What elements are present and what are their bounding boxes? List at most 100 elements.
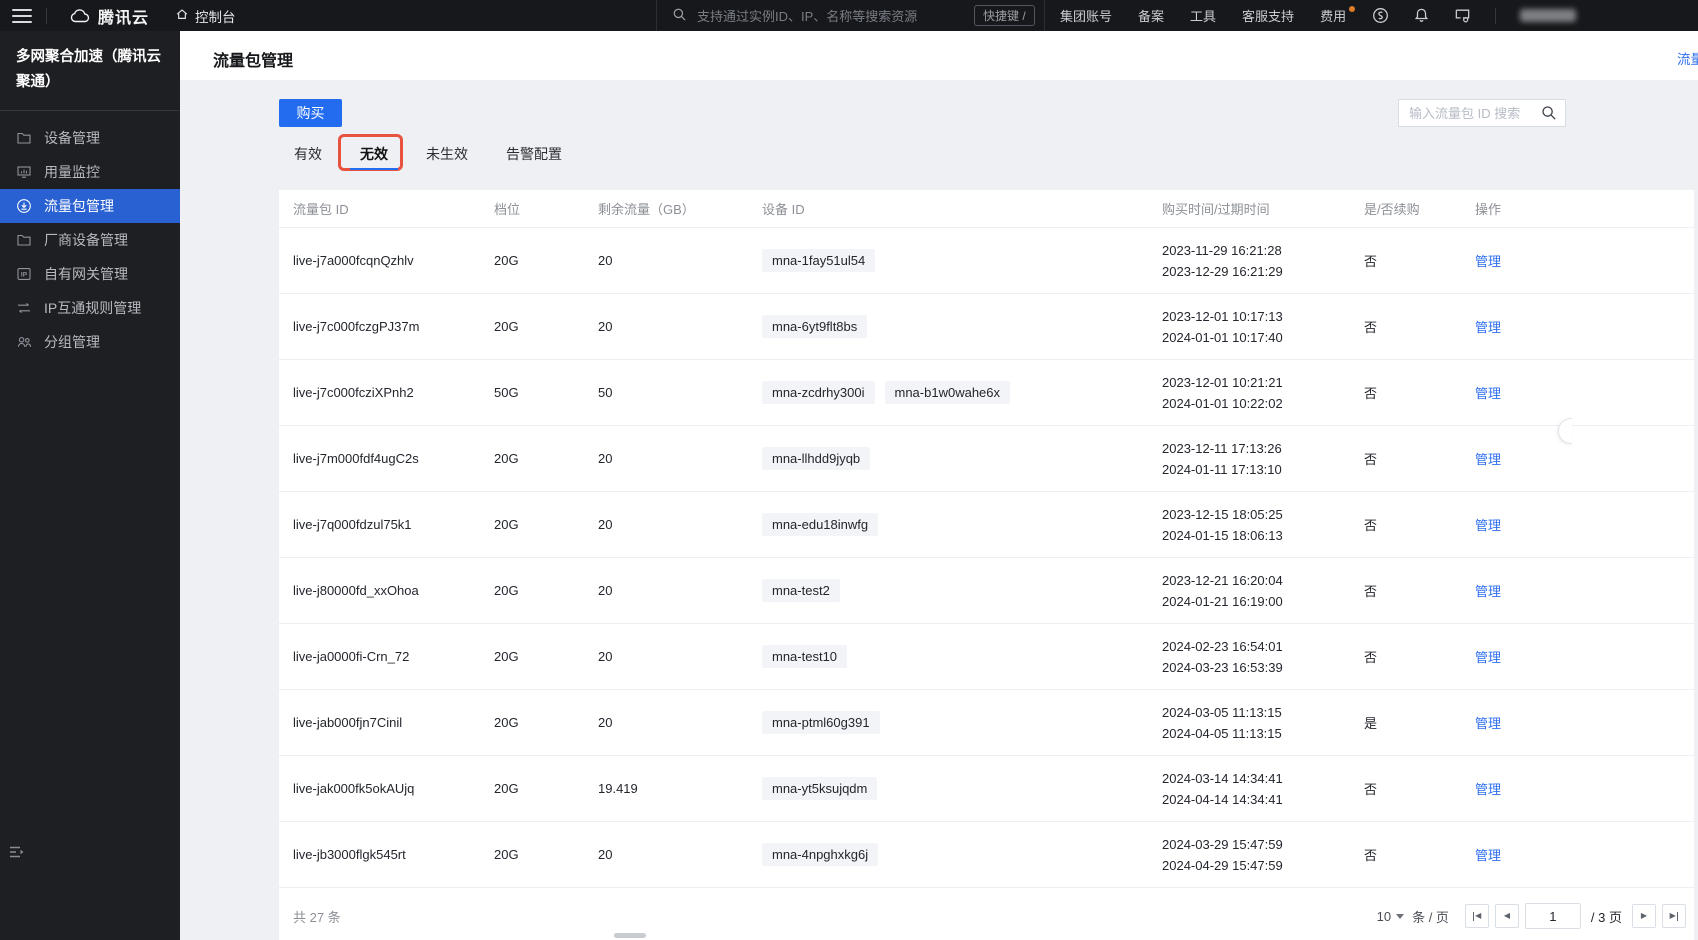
column-header: 剩余流量（GB） (598, 202, 695, 217)
time-cell: 2023-12-01 10:21:21 2024-01-01 10:22:02 (1148, 372, 1350, 414)
tier-cell: 20G (494, 583, 519, 598)
next-page-icon: ▶ (1640, 911, 1648, 920)
purchase-time: 2023-12-21 16:20:04 (1162, 572, 1283, 588)
device-id-cell: mna-edu18inwfg (748, 513, 1148, 536)
renew-cell: 否 (1364, 254, 1378, 269)
rules-icon (16, 300, 32, 316)
manage-link[interactable]: 管理 (1475, 584, 1501, 599)
expire-time: 2024-01-15 18:06:13 (1162, 527, 1283, 543)
page-number-input[interactable] (1524, 903, 1581, 929)
sidebar-menu: 设备管理 用量监控流量包管理厂商设备管理 IP 自有网关管理 IP互通规则管理 分组管理 (0, 121, 180, 359)
manage-link[interactable]: 管理 (1475, 254, 1501, 269)
sidebar-item[interactable]: IP互通规则管理 (0, 291, 180, 325)
sidebar-item[interactable]: 流量包管理 (0, 188, 180, 223)
expire-time: 2024-04-14 14:34:41 (1162, 791, 1283, 807)
expire-time: 2024-04-29 15:47:59 (1162, 857, 1283, 873)
expire-time: 2024-01-21 16:19:00 (1162, 593, 1283, 609)
tencent-cloud-logo[interactable]: 腾讯云 (69, 4, 149, 28)
page-size-select[interactable]: 10 (1377, 909, 1405, 924)
navbar-menu-item[interactable]: 备案 (1138, 6, 1164, 25)
buy-button[interactable]: 购买 (279, 99, 342, 127)
search-icon[interactable] (1541, 105, 1557, 121)
shortcut-badge: 快捷键 / (974, 5, 1035, 26)
fee-notification-dot (1349, 6, 1356, 12)
sidebar-item[interactable]: 厂商设备管理 (0, 223, 180, 257)
navbar-menu-item[interactable]: 费用 (1320, 6, 1356, 25)
user-avatar[interactable] (1520, 9, 1576, 22)
tab[interactable]: 未生效 (425, 137, 469, 170)
navbar-divider (46, 7, 47, 24)
hamburger-menu-icon[interactable] (12, 8, 32, 23)
page-header: 流量包管理 流量 (180, 31, 1698, 80)
package-id-cell: live-ja0000fi-Crn_72 (293, 649, 410, 664)
purchase-time: 2023-12-11 17:13:26 (1162, 440, 1282, 456)
manage-link[interactable]: 管理 (1475, 848, 1501, 863)
tier-cell: 20G (494, 847, 519, 862)
bell-icon[interactable] (1413, 7, 1430, 24)
table-row: live-jab000fjn7Cinil 20G 20 mna-ptml60g391 2… (279, 690, 1694, 756)
renew-cell: 否 (1364, 650, 1378, 665)
traffic-package-table: 流量包 ID 档位 剩余流量（GB） 设备 ID 购买时间/过期时间 是/否续购 操作 li… (279, 190, 1694, 940)
table-row: live-j7q000fdzul75k1 20G 20 mna-edu18inwfg 2… (279, 492, 1694, 558)
navbar-divider (656, 0, 657, 31)
time-cell: 2023-12-15 18:05:25 2024-01-15 18:06:13 (1148, 504, 1350, 546)
sidebar-item[interactable]: 分组管理 (0, 325, 180, 359)
sidebar-item[interactable]: 用量监控 (0, 155, 180, 189)
chevron-down-icon (1396, 913, 1405, 919)
navbar-menu-item[interactable]: 客服支持 (1242, 6, 1294, 25)
renew-cell: 否 (1364, 386, 1378, 401)
column-header: 流量包 ID (293, 202, 349, 217)
sidebar-item[interactable]: 设备管理 (0, 121, 180, 155)
renew-cell: 否 (1364, 584, 1378, 599)
assistant-icon[interactable] (1372, 7, 1389, 24)
navbar-menu-item[interactable]: 工具 (1190, 6, 1216, 25)
page-title: 流量包管理 (213, 53, 294, 70)
manage-link[interactable]: 管理 (1475, 320, 1501, 335)
console-settings-icon[interactable] (1454, 7, 1471, 24)
global-search[interactable]: 支持通过实例ID、IP、名称等搜索资源 (672, 0, 917, 31)
column-header: 是/否续购 (1364, 202, 1420, 217)
console-link[interactable]: 控制台 (175, 6, 236, 26)
manage-link[interactable]: 管理 (1475, 716, 1501, 731)
page-header-link[interactable]: 流量 (1677, 48, 1698, 68)
next-page-button[interactable]: ▶ (1632, 904, 1656, 928)
table-body: live-j7a000fcqnQzhlv 20G 20 mna-1fay51ul54 2… (279, 228, 1694, 888)
collapse-sidebar-icon[interactable] (8, 843, 26, 861)
sidebar-divider (0, 109, 180, 111)
manage-link[interactable]: 管理 (1475, 650, 1501, 665)
purchase-time: 2024-03-05 11:13:15 (1162, 704, 1282, 720)
package-search-box (1398, 99, 1566, 127)
total-pages: / 3 页 (1590, 909, 1622, 925)
action-cell: 管理 (1461, 845, 1694, 864)
navbar-divider (1495, 7, 1496, 24)
manage-link[interactable]: 管理 (1475, 452, 1501, 467)
first-page-button[interactable]: ◀ (1464, 904, 1489, 928)
tab[interactable]: 有效 (293, 137, 323, 170)
sidebar-item-label: 自有网关管理 (44, 265, 128, 282)
time-cell: 2024-03-14 14:34:41 2024-04-14 14:34:41 (1148, 768, 1350, 810)
manage-link[interactable]: 管理 (1475, 386, 1501, 401)
sidebar-item-label: 厂商设备管理 (44, 231, 128, 248)
tier-cell: 20G (494, 781, 519, 796)
remaining-cell: 19.419 (598, 781, 638, 796)
sidebar-item[interactable]: IP 自有网关管理 (0, 257, 180, 291)
expire-time: 2024-01-01 10:17:40 (1162, 329, 1283, 345)
device-id-cell: mna-ptml60g391 (748, 711, 1148, 734)
manage-link[interactable]: 管理 (1475, 782, 1501, 797)
time-cell: 2023-12-11 17:13:26 2024-01-11 17:13:10 (1148, 438, 1350, 480)
table-header-row: 流量包 ID 档位 剩余流量（GB） 设备 ID 购买时间/过期时间 是/否续购 操作 (279, 190, 1694, 228)
navbar-menu-item[interactable]: 集团账号 (1060, 6, 1112, 25)
horizontal-scrollbar-thumb[interactable] (614, 933, 646, 938)
time-cell: 2024-03-29 15:47:59 2024-04-29 15:47:59 (1148, 834, 1350, 876)
tab[interactable]: 无效 (338, 134, 403, 171)
last-page-button[interactable]: ▶ (1662, 904, 1686, 928)
package-search-input[interactable] (1399, 105, 1541, 121)
expire-time: 2024-01-01 10:22:02 (1162, 395, 1283, 411)
manage-link[interactable]: 管理 (1475, 518, 1501, 533)
prev-page-button[interactable]: ◀ (1494, 904, 1519, 928)
remaining-cell: 50 (598, 385, 613, 400)
sidebar-item-label: 流量包管理 (44, 197, 114, 214)
purchase-time: 2024-03-29 15:47:59 (1162, 836, 1283, 852)
tab[interactable]: 告警配置 (505, 137, 563, 170)
device-id-cell: mna-llhdd9jyqb (748, 447, 1148, 470)
